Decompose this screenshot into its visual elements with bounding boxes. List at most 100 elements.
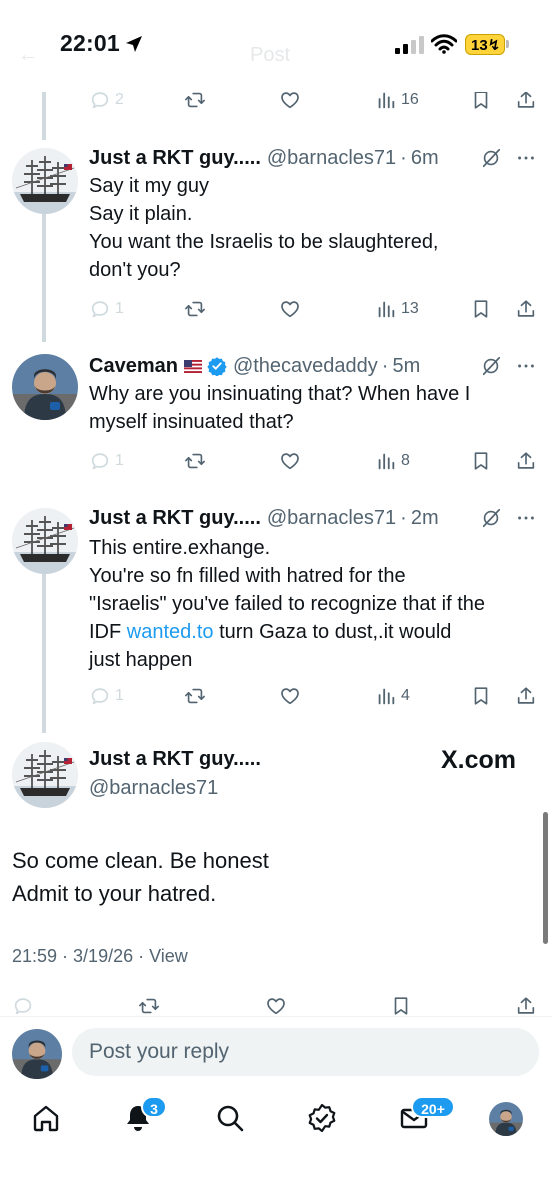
more-icon[interactable] bbox=[515, 355, 537, 377]
grok-icon[interactable] bbox=[480, 507, 502, 529]
retweet-icon bbox=[184, 89, 206, 111]
bookmark-icon bbox=[470, 685, 492, 707]
reply-bar bbox=[0, 1016, 552, 1086]
nav-communities[interactable] bbox=[306, 1102, 338, 1134]
like-button[interactable] bbox=[279, 447, 301, 475]
separator-dot: · bbox=[381, 354, 389, 377]
like-button[interactable] bbox=[279, 295, 301, 323]
tweet-age: 6m bbox=[410, 146, 439, 169]
share-button[interactable] bbox=[515, 682, 537, 710]
like-icon bbox=[279, 450, 301, 472]
nav-profile-avatar[interactable] bbox=[489, 1102, 523, 1136]
avatar[interactable] bbox=[12, 148, 78, 214]
tweet-line: Say it plain. bbox=[89, 203, 193, 225]
grok-icon[interactable] bbox=[480, 355, 502, 377]
tweet-header: Caveman @thecavedaddy · 5m bbox=[89, 352, 420, 380]
share-icon bbox=[515, 685, 537, 707]
author-name[interactable]: Just a RKT guy..... bbox=[89, 507, 261, 530]
tweet-actions: 1 8 bbox=[0, 447, 552, 475]
scrollbar[interactable] bbox=[543, 812, 548, 944]
views-button[interactable]: 13 bbox=[375, 295, 419, 323]
back-arrow-icon[interactable]: ← bbox=[18, 44, 38, 67]
retweet-button[interactable] bbox=[184, 295, 206, 323]
nav-search[interactable] bbox=[214, 1102, 246, 1134]
tweet-actions: 1 4 bbox=[0, 682, 552, 710]
bookmark-button[interactable] bbox=[470, 295, 492, 323]
bookmark-icon bbox=[470, 450, 492, 472]
author-handle[interactable]: @barnacles71 bbox=[267, 507, 396, 530]
communities-icon bbox=[308, 1103, 336, 1133]
tweet-age: 2m bbox=[410, 506, 439, 529]
avatar[interactable] bbox=[12, 508, 78, 574]
tweet-line: IDF wanted.to turn Gaza to dust,.it woul… bbox=[89, 618, 539, 646]
author-name[interactable]: Caveman bbox=[89, 355, 178, 378]
line-prefix: IDF bbox=[89, 621, 127, 643]
reply-icon bbox=[89, 298, 111, 320]
author-name[interactable]: Just a RKT guy..... bbox=[89, 147, 261, 170]
reply-count: 1 bbox=[115, 452, 124, 469]
separator-dot: · bbox=[400, 506, 407, 529]
signal-icon bbox=[395, 36, 424, 54]
reply-button[interactable]: 1 bbox=[89, 295, 124, 323]
retweet-button[interactable] bbox=[184, 447, 206, 475]
reply-icon bbox=[89, 89, 111, 111]
grok-icon[interactable] bbox=[480, 147, 502, 169]
more-icon[interactable] bbox=[515, 147, 537, 169]
avatar[interactable] bbox=[12, 354, 78, 420]
caveman-avatar-image bbox=[489, 1102, 523, 1136]
ship-avatar-image bbox=[12, 508, 78, 574]
view-link[interactable]: View bbox=[149, 946, 188, 966]
bookmark-button[interactable] bbox=[470, 682, 492, 710]
tweet-line: Admit to your hatred. bbox=[12, 881, 217, 906]
bookmark-button[interactable] bbox=[470, 447, 492, 475]
reply-button[interactable]: 1 bbox=[89, 682, 124, 710]
reply-icon bbox=[89, 450, 111, 472]
bookmark-icon bbox=[470, 298, 492, 320]
views-button[interactable]: 8 bbox=[375, 447, 410, 475]
separator-dot: · bbox=[400, 146, 407, 169]
tweet-header: Just a RKT guy..... @barnacles71 · 2m bbox=[89, 504, 439, 532]
share-button[interactable] bbox=[515, 447, 537, 475]
focused-author-name[interactable]: Just a RKT guy..... bbox=[89, 748, 261, 771]
home-icon bbox=[33, 1105, 59, 1132]
battery-level: 13 bbox=[471, 37, 488, 54]
tweet-line: Say it my guy bbox=[89, 175, 210, 197]
like-icon bbox=[265, 995, 287, 1017]
xcom-watermark: X.com bbox=[441, 746, 517, 774]
retweet-icon bbox=[184, 685, 206, 707]
messages-badge: 20+ bbox=[411, 1096, 455, 1118]
author-handle[interactable]: @thecavedaddy bbox=[233, 355, 378, 378]
retweet-button[interactable] bbox=[184, 682, 206, 710]
wifi-icon bbox=[431, 34, 457, 54]
tweet-link[interactable]: wanted.to bbox=[127, 621, 214, 643]
share-icon bbox=[515, 298, 537, 320]
timestamp-text: 21:59 · 3/19/26 · bbox=[12, 946, 150, 966]
bookmark-icon bbox=[470, 89, 492, 111]
author-handle[interactable]: @barnacles71 bbox=[267, 147, 396, 170]
like-button[interactable] bbox=[279, 682, 301, 710]
views-count: 16 bbox=[401, 91, 419, 108]
tweet-text: This entire.exhange. You're so fn filled… bbox=[89, 534, 539, 674]
share-button[interactable] bbox=[515, 295, 537, 323]
reply-count: 1 bbox=[115, 300, 124, 317]
reply-count: 2 bbox=[115, 91, 124, 108]
my-avatar bbox=[12, 1029, 62, 1079]
search-icon bbox=[217, 1105, 244, 1132]
bookmark-icon bbox=[390, 995, 412, 1017]
views-icon bbox=[375, 89, 397, 111]
views-icon bbox=[375, 685, 397, 707]
reply-input[interactable] bbox=[72, 1028, 539, 1076]
focused-avatar[interactable] bbox=[12, 742, 78, 808]
notifications-badge: 3 bbox=[141, 1096, 167, 1118]
battery-icon: 13↯ bbox=[465, 34, 505, 55]
tweet-timestamp: 21:59 · 3/19/26 · View bbox=[12, 946, 188, 967]
nav-home[interactable] bbox=[30, 1102, 62, 1134]
share-icon bbox=[515, 995, 537, 1017]
battery-tip bbox=[506, 40, 509, 48]
reply-button[interactable]: 1 bbox=[89, 447, 124, 475]
views-button[interactable]: 4 bbox=[375, 682, 410, 710]
tweet-line: "Israelis" you've failed to recognize th… bbox=[89, 593, 486, 615]
focused-author-handle[interactable]: @barnacles71 bbox=[89, 777, 218, 800]
more-icon[interactable] bbox=[515, 507, 537, 529]
status-time: 22:01 bbox=[60, 30, 120, 56]
